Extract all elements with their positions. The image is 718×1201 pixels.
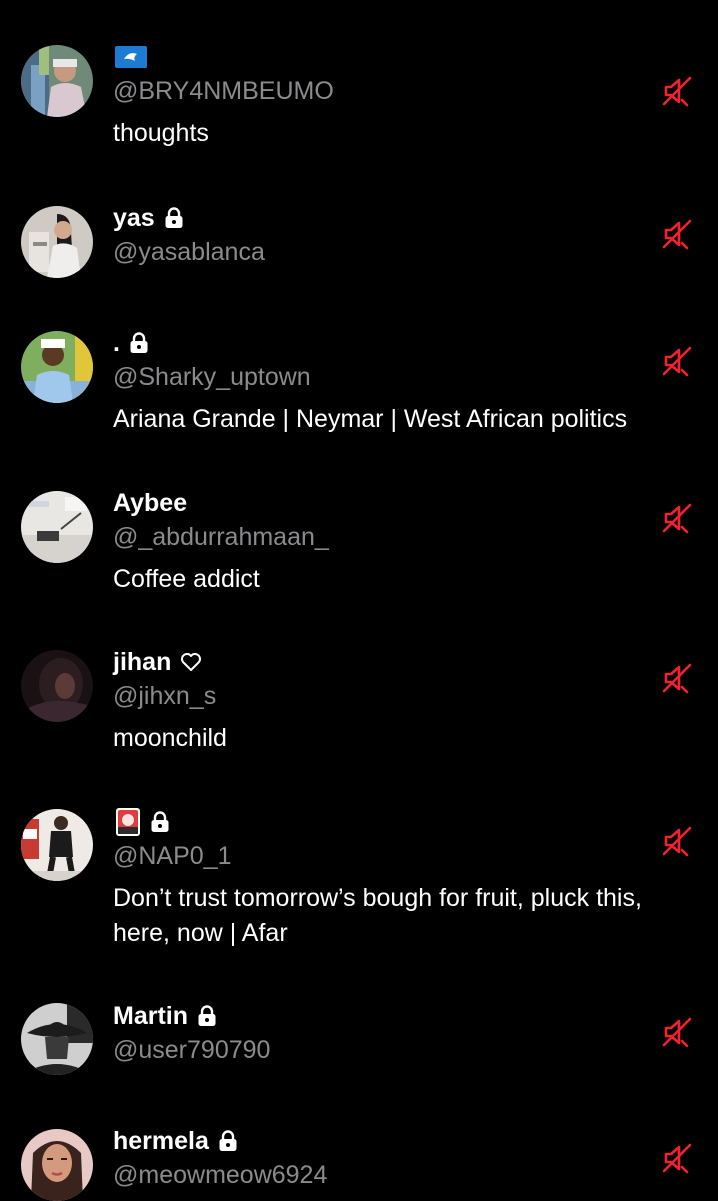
display-name: hermela: [113, 1126, 209, 1155]
user-handle: @_abdurrahmaan_: [113, 523, 329, 551]
user-bio: Coffee addict: [113, 565, 260, 593]
mute-button[interactable]: [654, 211, 700, 257]
user-bio: Don’t trust tomorrow’s bough for fruit, …: [113, 884, 642, 947]
user-bio: thoughts: [113, 119, 209, 147]
lock-icon: [218, 1130, 238, 1152]
user-handle: @BRY4NMBEUMO: [113, 77, 334, 105]
muted-speaker-icon: [660, 501, 694, 535]
lock-icon: [129, 332, 149, 354]
avatar[interactable]: [21, 45, 93, 117]
mute-button[interactable]: [654, 495, 700, 541]
avatar[interactable]: [21, 650, 93, 722]
mute-button[interactable]: [654, 818, 700, 864]
avatar[interactable]: [21, 1003, 93, 1075]
user-bio: Ariana Grande | Neymar | West African po…: [113, 405, 628, 433]
user-handle: @NAP0_1: [113, 842, 232, 870]
user-bio: moonchild: [113, 724, 227, 752]
lock-icon: [150, 811, 170, 833]
display-name: Martin: [113, 1001, 188, 1030]
lock-icon: [197, 1005, 217, 1027]
muted-speaker-icon: [660, 1015, 694, 1049]
display-name: .: [113, 328, 120, 357]
mute-button[interactable]: [654, 338, 700, 384]
flower-card-emoji-icon: [115, 807, 141, 837]
avatar[interactable]: [21, 1129, 93, 1201]
mute-button[interactable]: [654, 1009, 700, 1055]
avatar[interactable]: [21, 331, 93, 403]
display-name: yas: [113, 203, 155, 232]
user-handle: @yasablanca: [113, 238, 265, 266]
display-name: jihan: [113, 647, 172, 676]
user-handle: @Sharky_uptown: [113, 363, 311, 391]
avatar[interactable]: [21, 206, 93, 278]
avatar[interactable]: [21, 491, 93, 563]
mute-button[interactable]: [654, 68, 700, 114]
muted-speaker-icon: [660, 824, 694, 858]
muted-speaker-icon: [660, 344, 694, 378]
mute-button[interactable]: [654, 1135, 700, 1181]
muted-speaker-icon: [660, 74, 694, 108]
flag-emoji-icon: [115, 45, 147, 69]
heart-icon: [180, 652, 202, 672]
user-handle: @meowmeow6924: [113, 1161, 328, 1189]
user-handle: @jihxn_s: [113, 682, 217, 710]
user-handle: @user790790: [113, 1036, 271, 1064]
display-name: Aybee: [113, 488, 188, 517]
muted-speaker-icon: [660, 1141, 694, 1175]
avatar[interactable]: [21, 809, 93, 881]
mute-button[interactable]: [654, 655, 700, 701]
lock-icon: [164, 207, 184, 229]
muted-speaker-icon: [660, 661, 694, 695]
muted-speaker-icon: [660, 217, 694, 251]
